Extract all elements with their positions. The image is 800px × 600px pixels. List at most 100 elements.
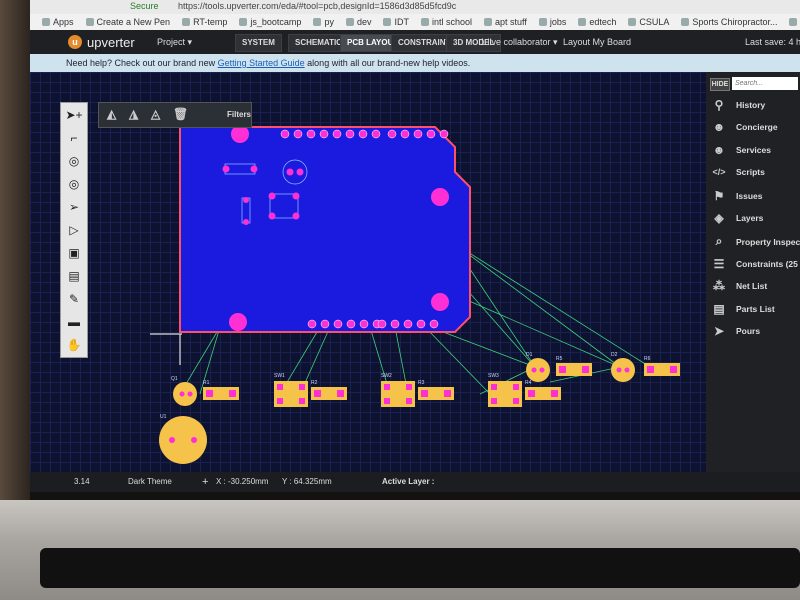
bookmark-label: edtech	[589, 17, 617, 27]
part-label-r5: R5	[556, 356, 563, 362]
board-outline	[179, 126, 471, 333]
x-coordinate: X : -30.250mm	[216, 477, 269, 486]
bookmark-label: jobs	[549, 17, 567, 27]
panel-item-pours[interactable]: ➤ Pours	[710, 324, 800, 344]
poly-tool-icon[interactable]: ▷	[61, 218, 87, 241]
panel-item-parts-list[interactable]: ▤ Parts List	[710, 302, 800, 322]
bookmark-item[interactable]: py	[313, 14, 334, 30]
panel-item-services[interactable]: ☻ Services	[710, 143, 800, 163]
bookmark-item[interactable]: edtech	[578, 14, 616, 30]
bookmark-label: RT-temp	[193, 17, 228, 27]
panel-item-issues[interactable]: ⚑ Issues	[710, 189, 800, 209]
flip-horizontal-icon[interactable]: ◭	[107, 107, 116, 121]
panel-item-net-list[interactable]: ⁂ Net List	[710, 279, 800, 299]
panel-item-property-inspector[interactable]: ⌕Property Inspector	[710, 234, 800, 254]
help-text-suffix: along with all our brand-new help videos…	[304, 58, 471, 68]
bookmark-icon	[484, 18, 492, 26]
theme-selector[interactable]: Dark Theme	[128, 472, 172, 492]
part-label-q1: Q1	[171, 376, 178, 382]
app-header: u upverter Project ▾ SYSTEM SCHEMATIC PC…	[30, 30, 800, 54]
bookmark-item[interactable]: Sports Chiropractor...	[681, 14, 777, 30]
trace-tool-icon[interactable]: ⌐	[61, 126, 87, 149]
bookmark-item[interactable]: Create a New Pen	[85, 14, 170, 30]
part-label-sw2: SW2	[381, 373, 392, 379]
bookmark-icon	[681, 18, 690, 26]
collaborator-menu[interactable]: 1 live collaborator ▾	[480, 37, 558, 48]
bookmark-item[interactable]: Apps	[42, 14, 74, 30]
crosshair-icon: +	[202, 476, 209, 488]
status-bar: 3.14 Dark Theme + X : -30.250mm Y : 64.3…	[30, 472, 800, 492]
panel-item-layers[interactable]: ◈ Layers	[710, 211, 800, 231]
help-text-prefix: Need help? Check out our brand new	[66, 58, 218, 68]
bookmark-item[interactable]: apt stuff	[484, 14, 527, 30]
bookmark-icon	[345, 18, 354, 26]
inspector-icon: ⌕	[715, 234, 723, 248]
part-label-sw1: SW1	[274, 373, 285, 379]
tool-palette: ➤+ ⌐ ◎ ◎ ➢ ▷ ▣ ▤ ✎ ▬ ✋	[60, 102, 88, 358]
bookmark-item[interactable]: dev	[345, 14, 371, 30]
bookmark-label: Apps	[53, 17, 74, 27]
pan-tool-icon[interactable]: ✋	[61, 333, 87, 356]
bookmark-item[interactable]: js_bootcamp	[239, 14, 301, 30]
bookmark-icon	[42, 18, 50, 26]
bookmark-label: CSULA	[639, 17, 670, 27]
bookmark-item[interactable]: jobs	[538, 14, 567, 30]
bookmark-label: apt stuff	[495, 17, 527, 27]
browser-address-bar[interactable]: Secure https://tools.upverter.com/eda/#t…	[30, 0, 800, 14]
part-label-r2: R2	[311, 380, 318, 386]
pours-icon: ➤	[713, 324, 725, 338]
bookmark-icon	[420, 18, 429, 26]
constraints-icon: ☰	[713, 257, 725, 271]
pen-tool-icon[interactable]: ✎	[61, 287, 87, 310]
via-tool-icon[interactable]: ◎	[61, 149, 87, 172]
brand-name: upverter	[87, 35, 135, 50]
panel-item-concierge[interactable]: ☻ Concierge	[710, 120, 800, 140]
bookmark-icon	[789, 18, 798, 26]
last-save-status: Last save: 4 hours	[745, 37, 800, 47]
mirror-icon[interactable]: ◬	[151, 107, 160, 121]
ruler-tool-icon[interactable]: ▬	[61, 310, 87, 333]
right-sidebar: HIDE ⚲History ☻Concierge ☻Services </>Sc…	[706, 72, 800, 472]
upverter-logo-icon[interactable]: u	[68, 35, 82, 49]
bookmark-item[interactable]: RT-temp	[182, 14, 227, 30]
part-label-r6: R6	[644, 356, 651, 362]
bookmark-label: intl school	[431, 17, 472, 27]
bookmark-item[interactable]: CSULA	[628, 14, 669, 30]
pad-tool-icon[interactable]: ◎	[61, 172, 87, 195]
bookmark-icon	[85, 18, 94, 26]
scripts-icon: </>	[712, 166, 726, 177]
route-tool-icon[interactable]: ➢	[61, 195, 87, 218]
bookmark-item[interactable]: IDT	[383, 14, 409, 30]
bookmark-item[interactable]: news	[789, 14, 800, 30]
hide-panel-button[interactable]: HIDE	[710, 78, 730, 91]
bookmarks-bar: Apps Create a New Pen RT-temp js_bootcamp py…	[30, 14, 800, 31]
url-text[interactable]: https://tools.upverter.com/eda/#tool=pcb…	[178, 1, 456, 11]
project-menu[interactable]: Project ▾	[157, 37, 192, 48]
laptop-keyboard	[40, 548, 800, 588]
rotate-icon[interactable]: ◮	[129, 107, 138, 121]
getting-started-link[interactable]: Getting Started Guide	[218, 58, 305, 68]
part-label-r4: R4	[525, 380, 532, 386]
panel-search-input[interactable]	[732, 77, 798, 90]
partslist-icon: ▤	[713, 302, 725, 316]
bookmark-icon	[538, 18, 547, 26]
filters-button[interactable]: Filters	[227, 110, 251, 119]
image-tool-icon[interactable]: ▣	[61, 241, 87, 264]
panel-item-history[interactable]: ⚲ History	[710, 98, 800, 118]
delete-icon[interactable]: 🗑	[173, 107, 188, 121]
pcb-canvas[interactable]: Q1 R1 SW1 R2 SW2 R3 SW3 R4 D1 R5 D2 R6 U…	[30, 72, 706, 472]
part-label-d1: D1	[526, 352, 533, 358]
issues-icon: ⚑	[713, 189, 725, 203]
select-tool-icon[interactable]: ➤+	[61, 103, 87, 126]
bookmark-icon	[239, 18, 248, 26]
text-tool-icon[interactable]: ▤	[61, 264, 87, 287]
part-label-d2: D2	[611, 352, 618, 358]
pcb-drawing[interactable]: Q1 R1 SW1 R2 SW2 R3 SW3 R4 D1 R5 D2 R6 U…	[30, 72, 706, 472]
panel-item-constraints[interactable]: ☰Constraints (25 violati	[710, 257, 800, 277]
tab-system[interactable]: SYSTEM	[235, 34, 282, 52]
layout-my-board-button[interactable]: Layout My Board	[563, 37, 631, 47]
y-coordinate: Y : 64.325mm	[282, 477, 332, 486]
bookmark-item[interactable]: intl school	[420, 14, 472, 30]
history-icon: ⚲	[714, 98, 724, 112]
panel-item-scripts[interactable]: </> Scripts	[710, 166, 800, 186]
